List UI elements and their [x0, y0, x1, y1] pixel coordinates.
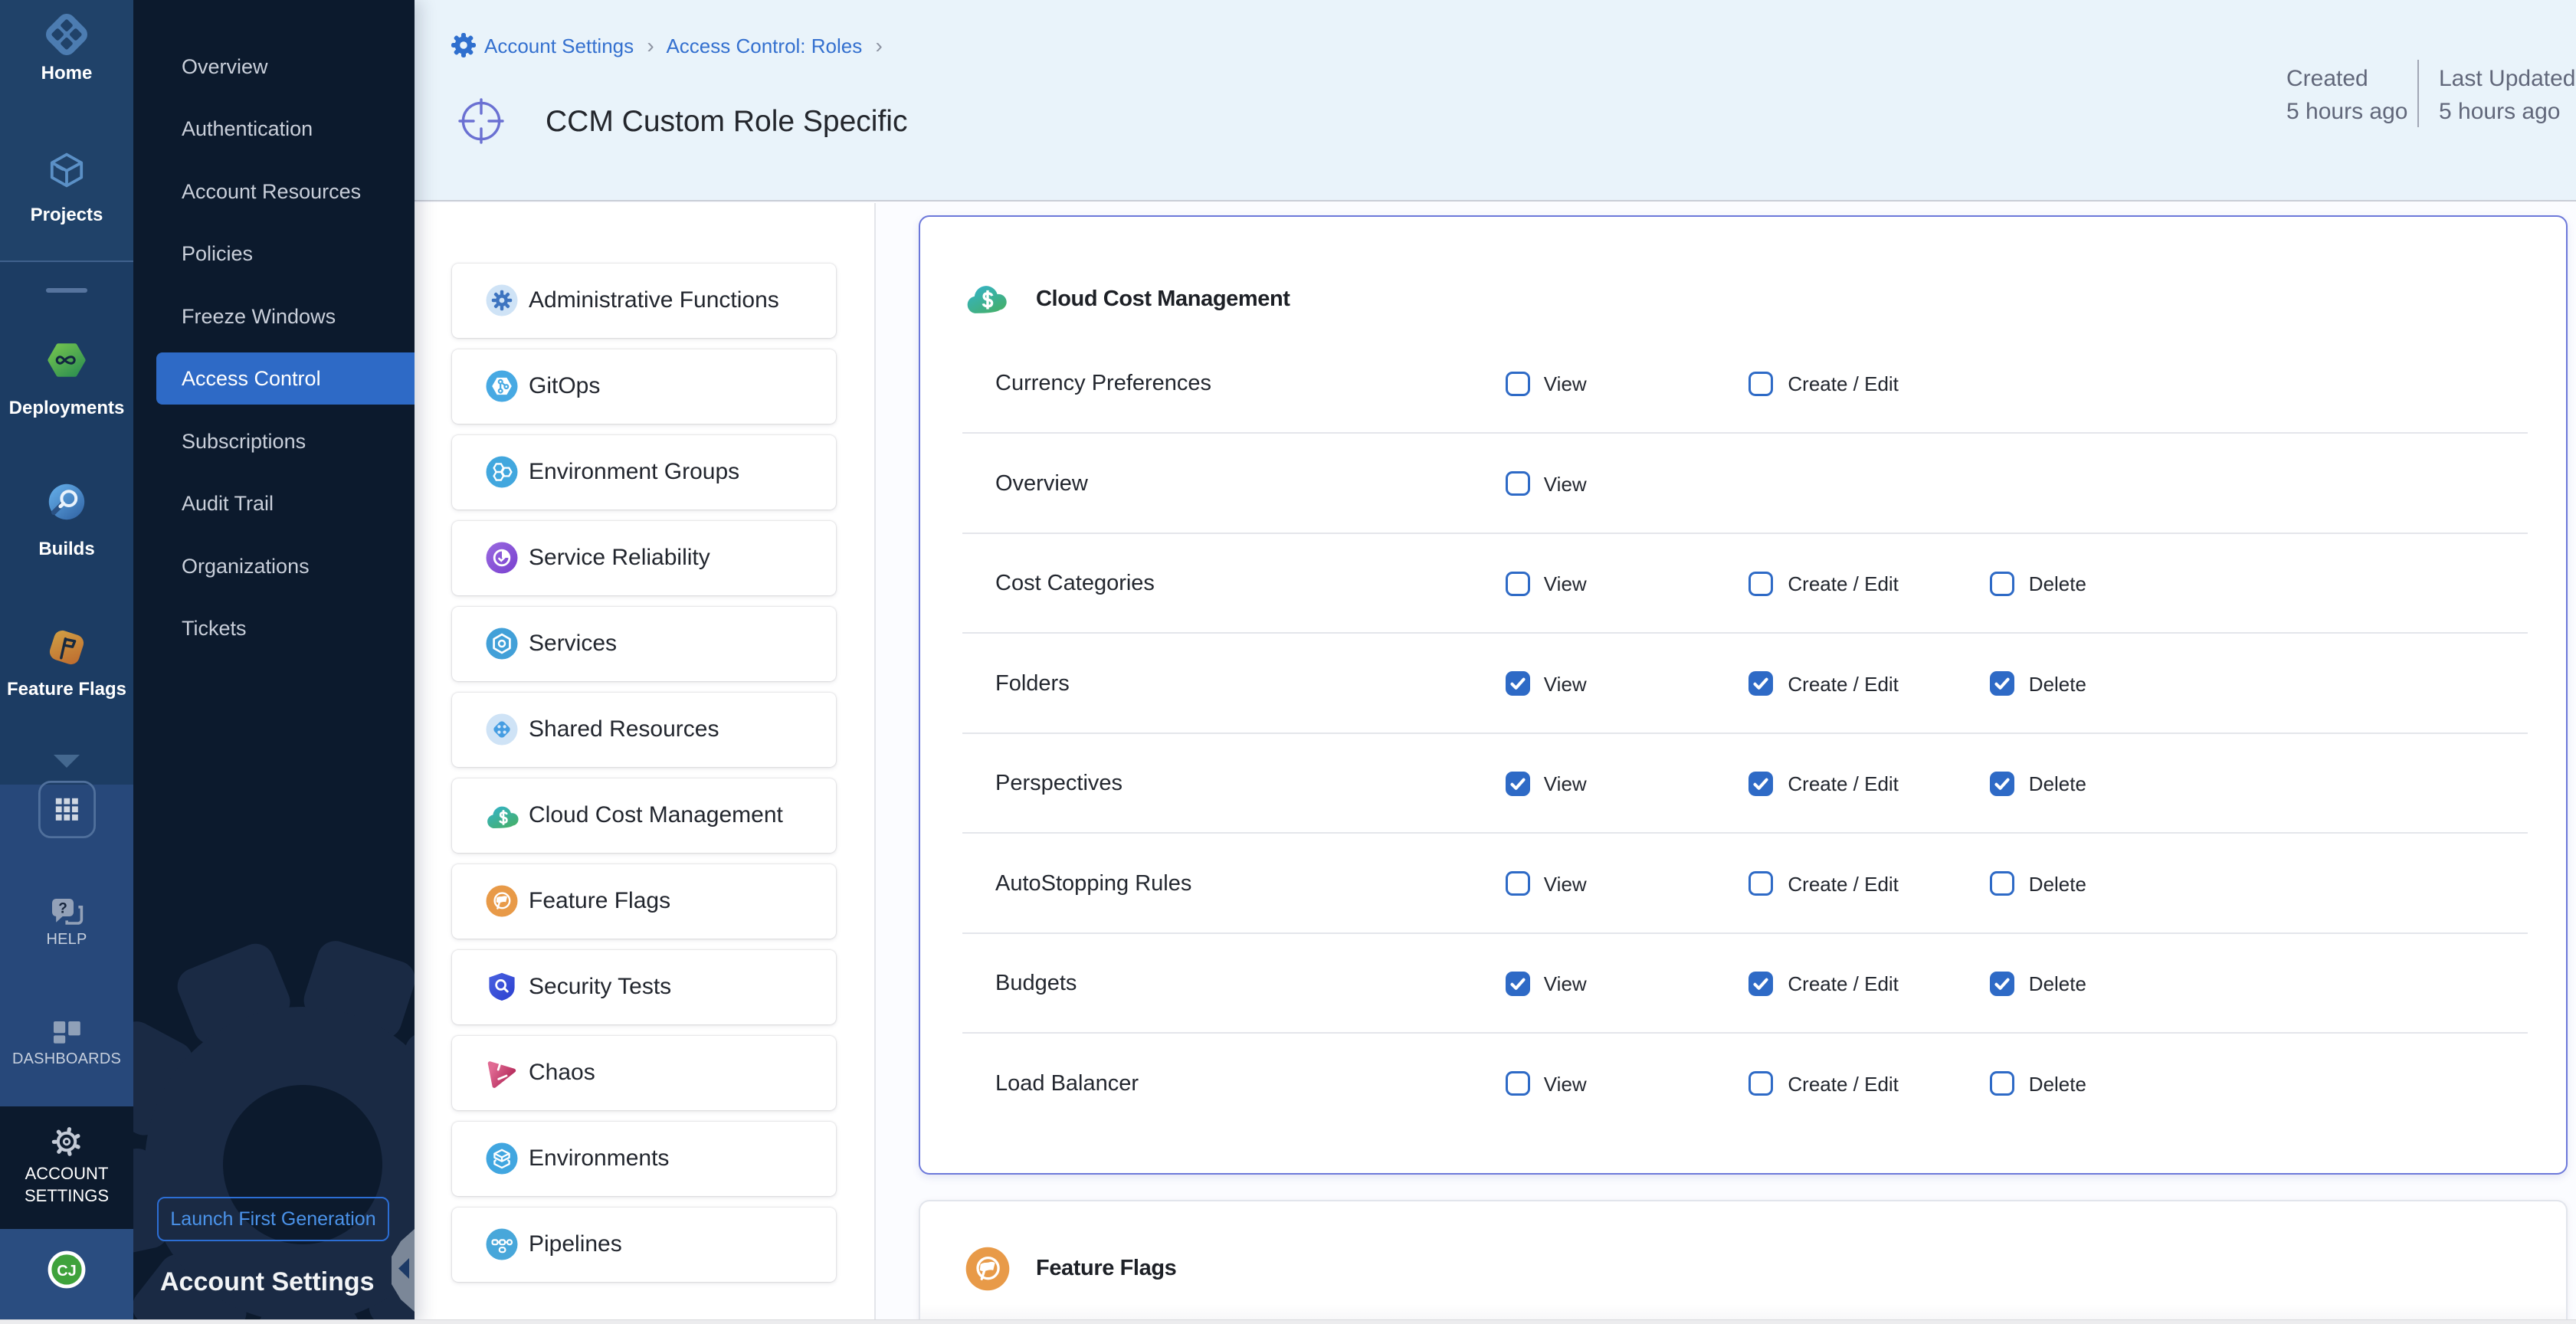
- svg-text:CJ: CJ: [57, 1263, 77, 1280]
- svg-text:?: ?: [58, 901, 67, 917]
